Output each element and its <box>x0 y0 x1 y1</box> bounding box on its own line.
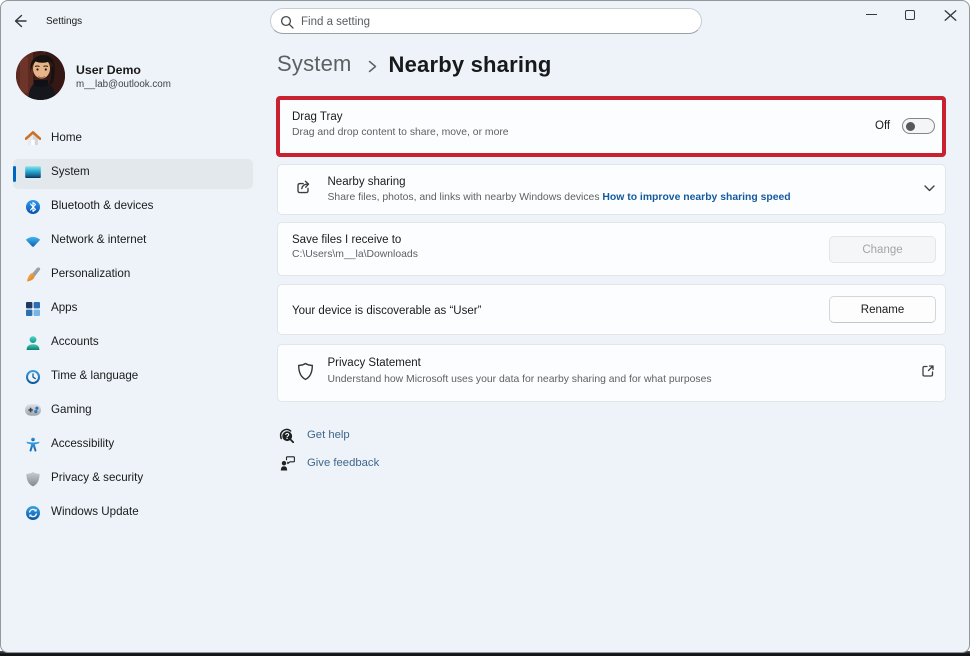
svg-text:?: ? <box>285 432 290 441</box>
